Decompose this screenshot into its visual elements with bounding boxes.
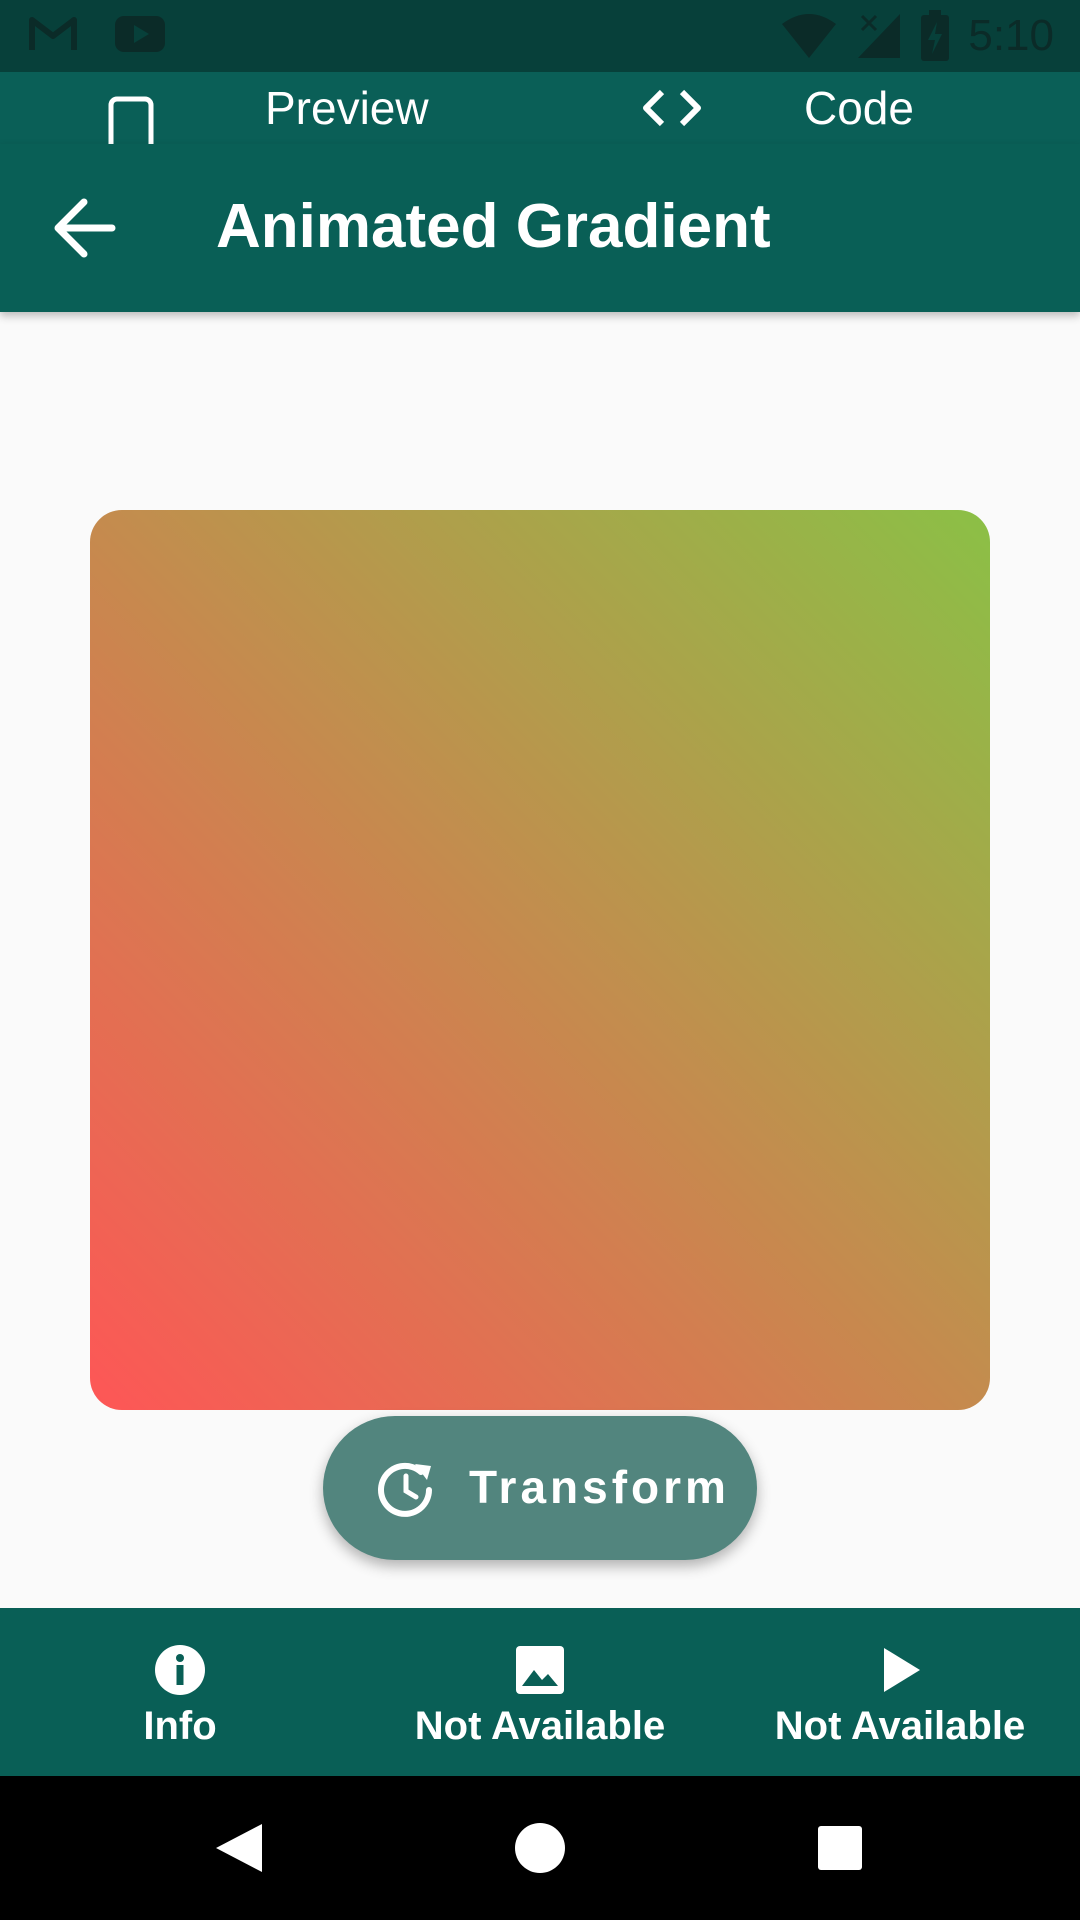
arrow-back-icon bbox=[54, 198, 116, 258]
bottom-nav-video[interactable]: Not Available bbox=[750, 1608, 1050, 1776]
status-bar-left bbox=[28, 14, 166, 54]
tab-preview[interactable]: Preview bbox=[265, 72, 429, 144]
preview-code-tabs: Preview Code bbox=[0, 72, 1080, 164]
tab-code[interactable]: Code bbox=[804, 72, 914, 144]
bottom-nav-images[interactable]: Not Available bbox=[390, 1608, 690, 1776]
transform-label: Transform bbox=[469, 1461, 730, 1513]
bottom-nav: Info Not Available Not Available bbox=[0, 1608, 1080, 1776]
gmail-icon bbox=[29, 17, 77, 50]
transform-button[interactable]: Transform bbox=[323, 1416, 757, 1560]
wifi-icon bbox=[782, 14, 837, 58]
system-recents-icon[interactable] bbox=[810, 1818, 870, 1878]
back-button[interactable] bbox=[50, 196, 120, 260]
play-icon bbox=[884, 1648, 920, 1692]
image-icon bbox=[516, 1646, 564, 1694]
status-time: 5:10 bbox=[968, 11, 1054, 60]
system-back-icon[interactable] bbox=[210, 1818, 270, 1878]
screen: 5:10 Preview Code Animated Gradient Tran… bbox=[0, 0, 1080, 1920]
system-nav-bar bbox=[0, 1776, 1080, 1920]
animated-gradient-box bbox=[90, 510, 990, 1410]
status-bar: 5:10 bbox=[0, 0, 1080, 72]
tab-code-icon-wrapper[interactable] bbox=[640, 72, 704, 144]
app-bar: Animated Gradient bbox=[0, 144, 1080, 312]
status-bar-right: 5:10 bbox=[780, 10, 1054, 62]
system-home-icon[interactable] bbox=[510, 1818, 570, 1878]
bottom-nav-video-label: Not Available bbox=[774, 1704, 1026, 1748]
bottom-nav-images-label: Not Available bbox=[414, 1704, 666, 1748]
youtube-icon bbox=[115, 16, 165, 52]
battery-charging-icon bbox=[921, 10, 950, 61]
bottom-nav-info[interactable]: Info bbox=[100, 1608, 260, 1776]
code-icon bbox=[643, 89, 701, 127]
page-title: Animated Gradient bbox=[216, 192, 771, 261]
signal-icon bbox=[858, 14, 901, 58]
info-icon bbox=[155, 1645, 205, 1695]
refresh-clock-icon bbox=[378, 1462, 432, 1517]
bottom-nav-info-label: Info bbox=[143, 1704, 217, 1748]
